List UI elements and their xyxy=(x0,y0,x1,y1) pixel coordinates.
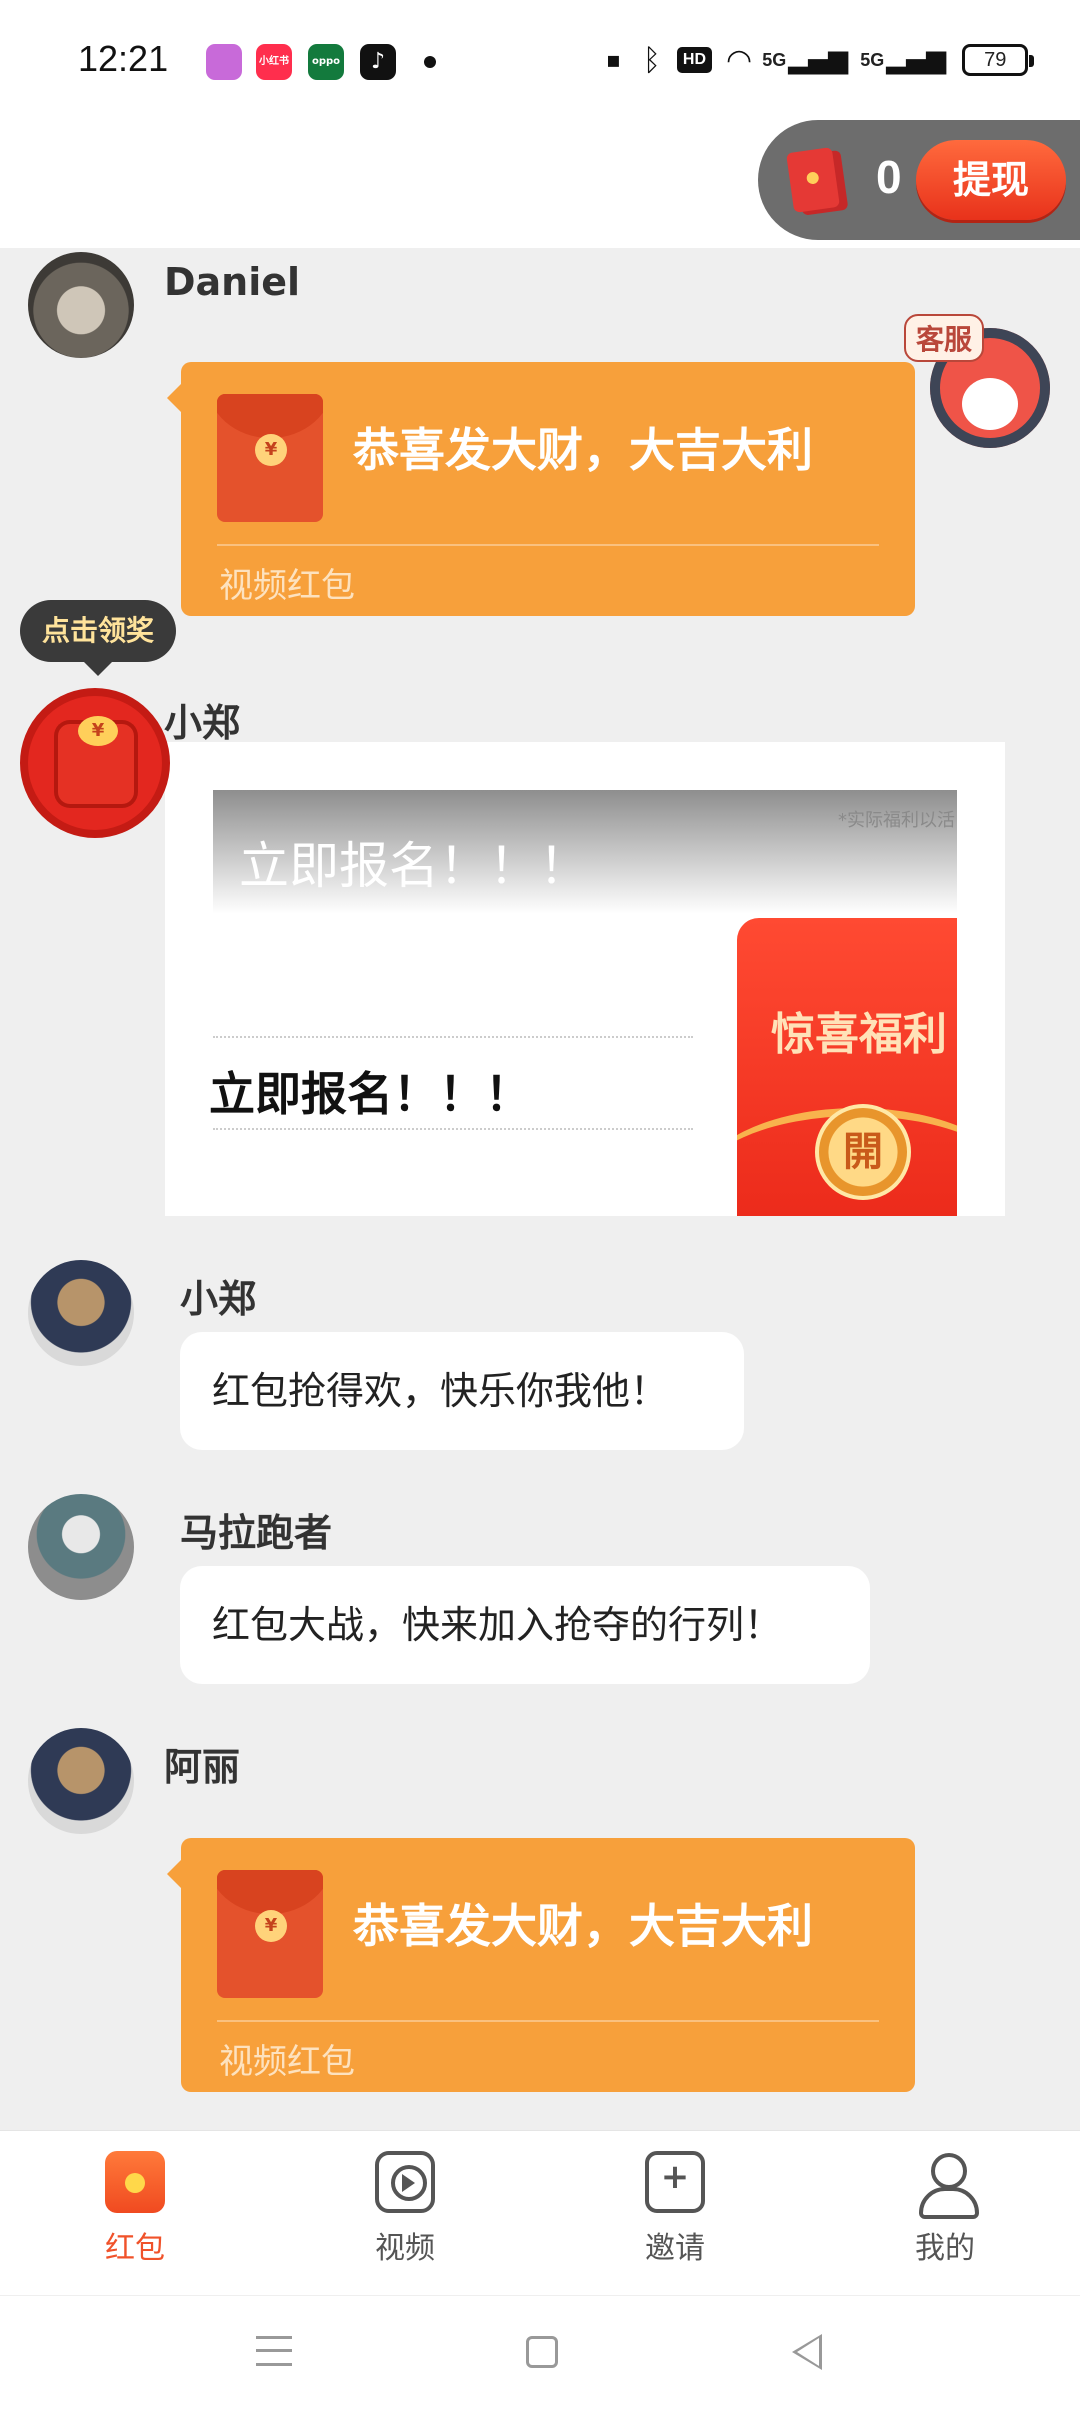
customer-service-label: 客服 xyxy=(904,314,985,362)
coin-icon: ¥ xyxy=(255,1910,287,1942)
red-envelope-icon: ¥ xyxy=(217,1870,323,1998)
battery-icon: 79 xyxy=(962,44,1035,76)
red-envelope-icon xyxy=(786,147,840,213)
nav-label: 红包 xyxy=(105,2231,165,2266)
red-packet-title: 恭喜发大财，大吉大利 xyxy=(353,1899,813,1953)
status-right-icons: ▪ ᛒ HD ◠ 5G ▂▄▆ 5G ▂▄▆ 79 xyxy=(606,40,1035,80)
avatar[interactable] xyxy=(28,1260,134,1366)
open-button[interactable]: 開 xyxy=(815,1104,911,1200)
nav-tab-profile[interactable]: 我的 xyxy=(865,2151,1025,2267)
status-app-icon-1 xyxy=(206,44,242,80)
status-time: 12:21 xyxy=(78,38,169,79)
claim-reward-tooltip: 点击领奖 xyxy=(20,600,176,676)
nav-tab-video[interactable]: 视频 xyxy=(325,2151,485,2267)
red-packet-type: 视频红包 xyxy=(219,566,355,606)
status-tiktok-icon: ♪ xyxy=(360,44,396,80)
coin-icon: ¥ xyxy=(255,434,287,466)
wifi-icon: ◠ xyxy=(726,42,753,78)
ad-disclaimer: *实际福利以活 xyxy=(838,810,955,831)
sender-name: 小郑 xyxy=(164,701,241,745)
nav-label: 视频 xyxy=(375,2231,435,2266)
withdraw-button[interactable]: 提现 xyxy=(916,140,1066,220)
red-envelope-icon: ¥ xyxy=(217,394,323,522)
sender-name: 小郑 xyxy=(180,1277,257,1321)
sender-name: Daniel xyxy=(164,260,301,304)
nav-tab-hongbao[interactable]: 红包 xyxy=(55,2151,215,2267)
divider xyxy=(217,2020,879,2022)
wallet-widget[interactable]: 0 提现 xyxy=(758,120,1080,240)
ad-signup-text[interactable]: 立即报名！！！ xyxy=(209,1058,531,1124)
status-more-dot xyxy=(424,56,436,68)
coin-icon: ¥ xyxy=(78,716,118,746)
hd-voice-icon: HD xyxy=(676,47,713,73)
signal-bars-icon-2: ▂▄▆ xyxy=(886,45,947,75)
divider xyxy=(213,1128,693,1130)
profile-icon xyxy=(915,2151,979,2219)
wallet-count: 0 xyxy=(876,151,902,203)
invite-icon xyxy=(645,2151,705,2213)
divider xyxy=(213,1036,693,1038)
sender-name: 马拉跑者 xyxy=(180,1511,333,1555)
nav-label: 我的 xyxy=(915,2231,975,2266)
red-packet-title: 恭喜发大财，大吉大利 xyxy=(353,423,813,477)
nav-tab-invite[interactable]: 邀请 xyxy=(595,2151,755,2267)
red-envelope-icon: ¥ xyxy=(54,716,138,808)
system-navigation-bar xyxy=(0,2296,1080,2412)
red-packet-message[interactable]: ¥ 恭喜发大财，大吉大利 视频红包 xyxy=(167,1838,915,2092)
red-packet-message[interactable]: ¥ 恭喜发大财，大吉大利 视频红包 xyxy=(167,362,915,616)
back-icon[interactable] xyxy=(792,2334,822,2370)
status-xiaohongshu-icon: 小红书 xyxy=(256,44,292,80)
vibrate-icon: ▪ xyxy=(606,47,621,73)
signal-5g-label-2: 5G xyxy=(860,49,885,70)
avatar[interactable] xyxy=(28,1494,134,1600)
divider xyxy=(217,544,879,546)
bluetooth-icon: ᛒ xyxy=(642,42,661,78)
video-icon xyxy=(375,2151,435,2213)
red-packet-type: 视频红包 xyxy=(219,2042,355,2082)
signal-bars-icon-1: ▂▄▆ xyxy=(788,45,849,75)
customer-service-button[interactable]: 客服 xyxy=(900,308,1070,458)
claim-reward-button[interactable]: ¥ xyxy=(20,688,170,838)
hongbao-icon xyxy=(105,2151,165,2213)
bottom-navigation: 红包 视频 邀请 我的 xyxy=(0,2130,1080,2295)
text-message[interactable]: 红包抢得欢，快乐你我他！ xyxy=(180,1332,744,1450)
sender-name: 阿丽 xyxy=(164,1745,241,1789)
avatar[interactable] xyxy=(28,252,134,358)
status-oppo-icon: oppo xyxy=(308,44,344,80)
nav-label: 邀请 xyxy=(645,2231,705,2266)
ad-banner-text: 立即报名！！！ xyxy=(239,837,589,895)
ad-red-packet[interactable]: 惊喜福利 開 xyxy=(737,918,957,1216)
ad-banner: 立即报名！！！ *实际福利以活 xyxy=(213,790,957,914)
ad-red-packet-title: 惊喜福利 xyxy=(771,1009,947,1060)
avatar[interactable] xyxy=(28,1728,134,1834)
home-icon[interactable] xyxy=(526,2336,558,2368)
signal-5g-label-1: 5G xyxy=(762,49,787,70)
status-bar: 12:21 小红书 oppo ♪ ▪ ᛒ HD ◠ 5G ▂▄▆ 5G ▂▄▆ … xyxy=(0,0,1080,118)
recent-apps-icon[interactable] xyxy=(256,2336,292,2366)
text-message[interactable]: 红包大战，快来加入抢夺的行列！ xyxy=(180,1566,870,1684)
ad-card[interactable]: 立即报名！！！ *实际福利以活 立即报名！！！ 惊喜福利 開 xyxy=(165,742,1005,1216)
